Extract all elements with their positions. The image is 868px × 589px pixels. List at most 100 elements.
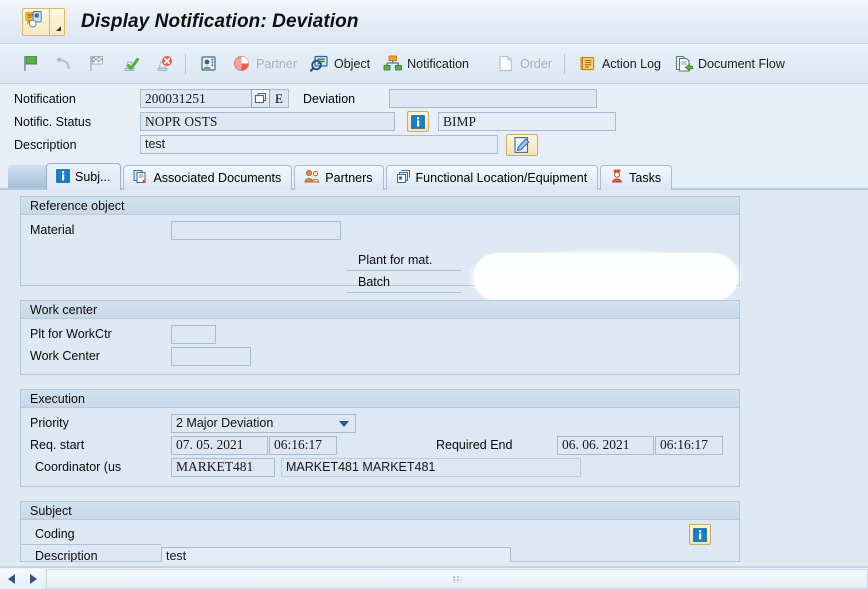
notification-description-label: Description (14, 137, 77, 152)
tab-functional-location-label: Functional Location/Equipment (415, 171, 588, 185)
coding-row: Coding (21, 523, 739, 545)
tab-strip: Subj... Associated Documents Partners Fu… (0, 163, 868, 190)
pencil-edit-icon[interactable] (506, 133, 538, 156)
req-start-date-input[interactable]: 07. 05. 2021 (171, 435, 268, 455)
material-row: Material (21, 219, 739, 241)
title-icon-group[interactable] (22, 7, 65, 36)
group-execution: Execution Priority 2 Major Deviation Req… (20, 389, 740, 487)
notification-status-input[interactable]: NOPR OSTS (140, 112, 395, 131)
white-brush-redaction (469, 250, 742, 304)
coding-input[interactable] (161, 525, 591, 544)
coding-info-icon[interactable] (689, 524, 711, 545)
action-log-scroll-icon (580, 56, 595, 71)
plt-for-workctr-label: Plt for WorkCtr (30, 327, 112, 341)
work-center-input[interactable] (171, 346, 251, 366)
order-button[interactable]: Order (489, 49, 558, 79)
scroll-grip-icon[interactable] (452, 575, 462, 582)
batch-label: Batch (346, 271, 461, 293)
tab-functional-location[interactable]: Functional Location/Equipment (385, 165, 599, 190)
notification-tree-icon (383, 55, 403, 71)
group-subject: Subject Coding Description test (20, 501, 740, 562)
group-work-center: Work center Plt for WorkCtr Work Center (20, 300, 740, 375)
separator-1 (185, 53, 186, 74)
sap-gui-window: Display Notification: Deviation Partner … (0, 0, 868, 589)
notification-type-label: Deviation (303, 91, 356, 106)
tab-partners-label: Partners (325, 171, 373, 185)
partner-button-label: Partner (256, 56, 297, 71)
menu-triangle-icon[interactable] (49, 8, 64, 35)
scroll-left-arrow-icon[interactable] (0, 568, 22, 589)
action-log-button-label: Action Log (601, 56, 662, 71)
partners-people-icon (304, 169, 320, 187)
notification-number-input[interactable]: 200031251 (140, 89, 252, 108)
req-start-label: Req. start (30, 438, 85, 452)
priority-select-value: 2 Major Deviation (176, 416, 274, 430)
tab-partners[interactable]: Partners (294, 165, 384, 190)
horizontal-scrollbar[interactable] (0, 567, 868, 589)
person-card-button[interactable] (192, 49, 225, 79)
subject-description-label: Description (35, 549, 98, 562)
tab-tasks[interactable]: Tasks (600, 165, 673, 190)
work-center-row: Work Center (21, 345, 739, 367)
status-info-icon[interactable] (407, 111, 429, 132)
material-input[interactable] (171, 220, 341, 240)
tab-associated-documents[interactable]: Associated Documents (123, 165, 293, 190)
notification-icon (23, 9, 49, 35)
object-button-label: Object (334, 56, 371, 71)
tasks-person-icon (610, 169, 624, 187)
flag-green-button[interactable] (14, 49, 47, 79)
subject-description-input[interactable]: test (161, 546, 511, 562)
documents-icon (133, 169, 148, 187)
group-reference-object-title: Reference object (21, 197, 739, 215)
object-button[interactable]: Object (303, 49, 376, 79)
application-toolbar: Partner Object Notification Order Action… (0, 44, 868, 84)
equipment-cube-icon (396, 169, 411, 187)
notification-status-row: Notific. Status NOPR OSTS BIMP (0, 111, 868, 132)
priority-row: Priority 2 Major Deviation (21, 412, 739, 434)
undo-button[interactable] (47, 49, 80, 79)
notification-button-label: Notification (407, 56, 469, 71)
document-flow-button[interactable]: Document Flow (667, 49, 791, 79)
notification-button[interactable]: Notification (376, 49, 475, 79)
notification-language-field[interactable]: E (270, 89, 289, 108)
partner-button[interactable]: Partner (225, 49, 303, 79)
notification-header-form: Notification 200031251 E Deviation Notif… (0, 84, 868, 159)
coordinator-label: Coordinator (us (35, 460, 122, 474)
required-end-date-input[interactable]: 06. 06. 2021 (557, 435, 654, 455)
group-execution-title: Execution (21, 390, 739, 408)
scroll-right-arrow-icon[interactable] (22, 568, 44, 589)
priority-label: Priority (30, 416, 69, 430)
reject-button[interactable] (146, 49, 179, 79)
req-start-time-input[interactable]: 06:16:17 (269, 435, 337, 455)
work-center-label: Work Center (30, 349, 100, 363)
plt-for-workctr-input[interactable] (171, 324, 216, 344)
status-system-input[interactable]: BIMP (438, 112, 616, 131)
group-work-center-title: Work center (21, 301, 739, 319)
subject-description-row: Description test (21, 545, 739, 562)
person-card-icon (201, 56, 216, 71)
object-magnifier-icon (309, 55, 328, 72)
notification-type-input[interactable] (389, 89, 598, 108)
coordinator-input[interactable]: MARKET481 (171, 457, 275, 477)
required-end-time-input[interactable]: 06:16:17 (655, 435, 723, 455)
complete-button[interactable] (113, 49, 146, 79)
green-flag-icon (24, 56, 37, 71)
overlay-window-icon[interactable] (251, 89, 270, 108)
plt-for-workctr-row: Plt for WorkCtr (21, 323, 739, 345)
checkered-flag-icon (90, 56, 103, 71)
tab-associated-documents-label: Associated Documents (153, 171, 282, 185)
tab-subject[interactable]: Subj... (46, 163, 122, 190)
priority-select[interactable]: 2 Major Deviation (171, 413, 356, 433)
subject-tab-content: Reference object Material Plant for mat.… (0, 190, 868, 562)
req-start-row: Req. start 07. 05. 2021 06:16:17 Require… (21, 434, 739, 456)
chevron-down-icon[interactable] (339, 420, 349, 427)
action-log-button[interactable]: Action Log (571, 49, 667, 79)
material-label: Material (30, 223, 75, 237)
checkered-flag-button[interactable] (80, 49, 113, 79)
notification-label: Notification (14, 91, 76, 106)
notification-description-input[interactable]: test (140, 135, 498, 154)
scrollbar-track[interactable] (46, 568, 868, 589)
tab-subject-label: Subj... (75, 170, 111, 184)
coordinator-name-display: MARKET481 MARKET481 (281, 457, 581, 477)
undo-arrow-icon (56, 57, 70, 70)
